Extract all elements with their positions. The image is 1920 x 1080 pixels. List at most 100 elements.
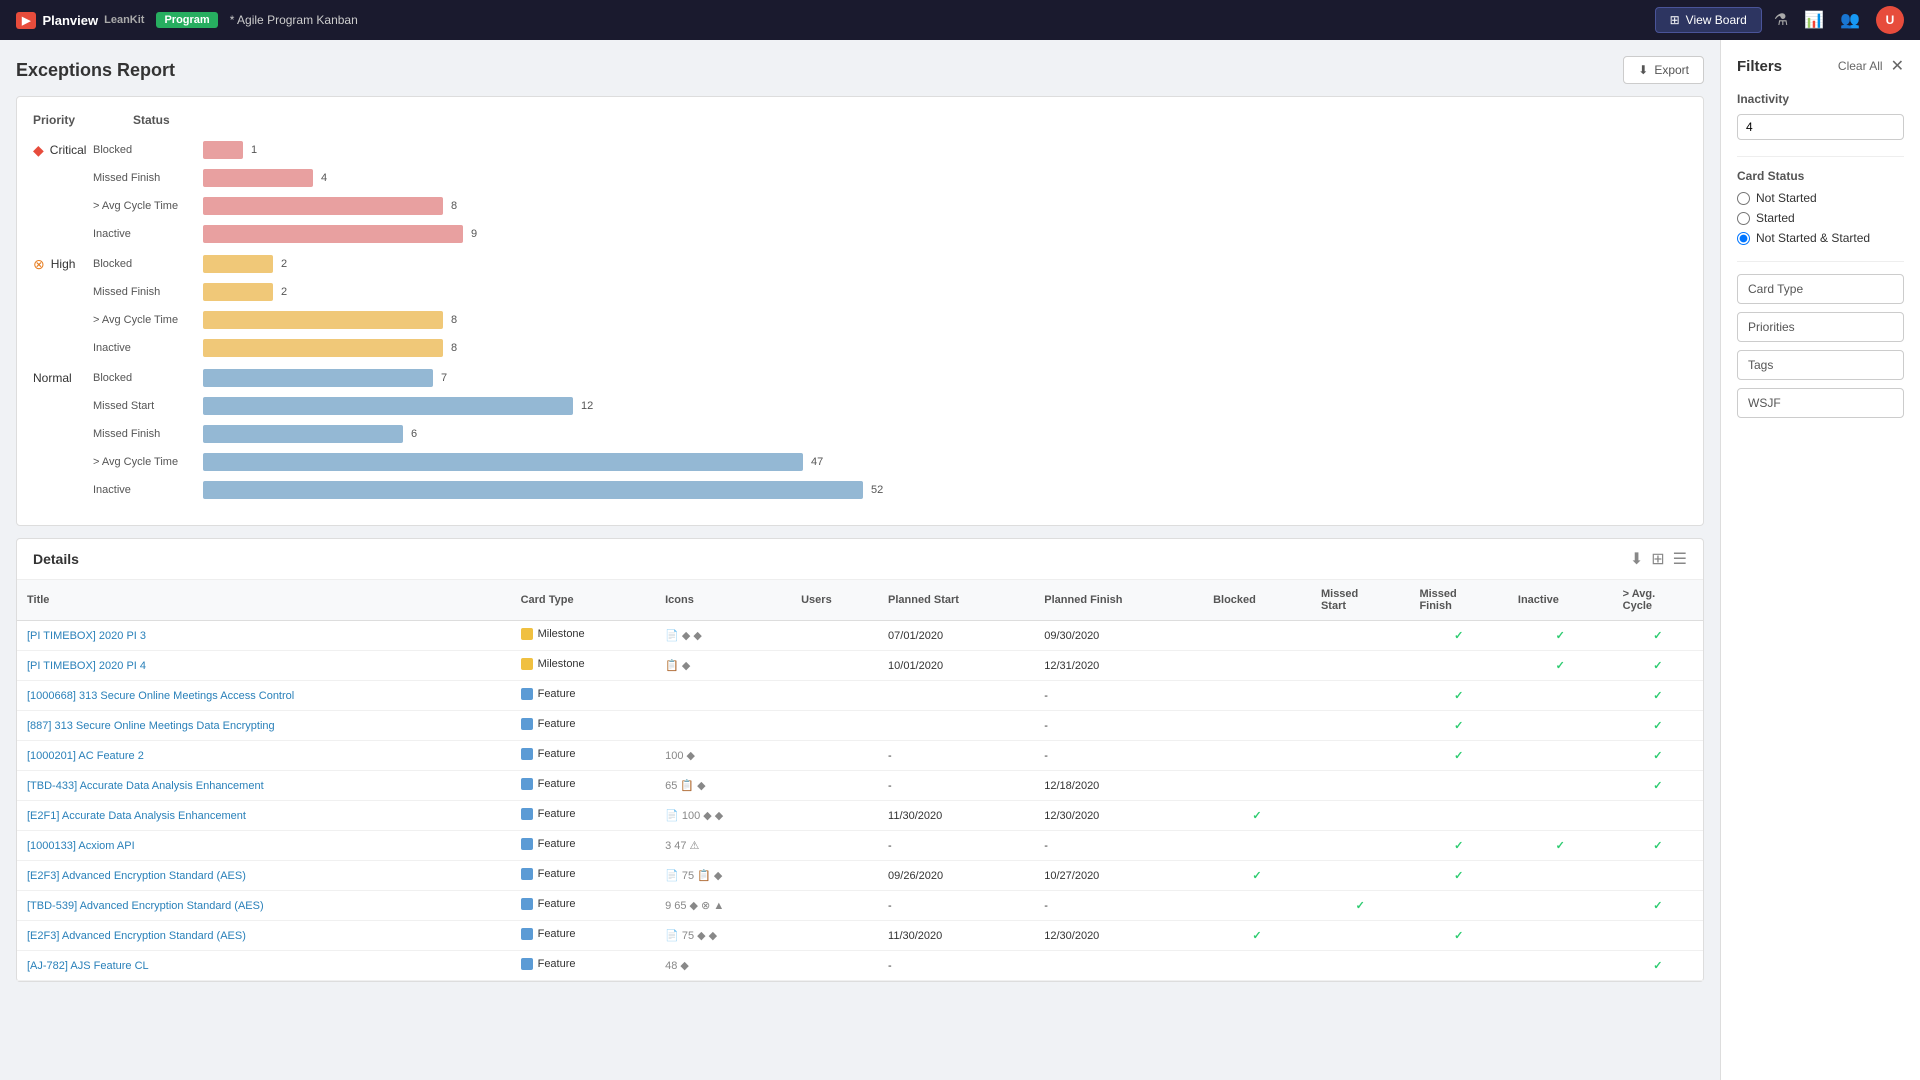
high-priority-group: ⊗ High Blocked 2 Missed Finish 2 — [33, 253, 1687, 359]
cell-planned-start: 10/01/2020 — [878, 651, 1034, 681]
avg-cycle-bar-normal — [203, 453, 803, 471]
table-row: [PI TIMEBOX] 2020 PI 3 Milestone 📄 ◆ ◆ 0… — [17, 621, 1703, 651]
filter-icon[interactable]: ⚗ — [1774, 10, 1788, 30]
cell-title[interactable]: [PI TIMEBOX] 2020 PI 3 — [17, 621, 511, 651]
cell-missed-start — [1311, 861, 1409, 891]
user-avatar[interactable]: U — [1876, 6, 1904, 34]
blocked-label-high: Blocked — [93, 258, 203, 270]
details-table: Title Card Type Icons Users Planned Star… — [17, 580, 1703, 981]
checkmark: ✓ — [1556, 660, 1565, 672]
cell-card-type: Feature — [511, 771, 655, 801]
cell-title[interactable]: [1000133] Acxiom API — [17, 831, 511, 861]
cell-planned-finish: - — [1034, 711, 1203, 741]
checkmark: ✓ — [1454, 840, 1463, 852]
details-table-container: Title Card Type Icons Users Planned Star… — [17, 580, 1703, 981]
cell-missed-start — [1311, 951, 1409, 981]
cell-card-type: Milestone — [511, 651, 655, 681]
cell-icons — [655, 681, 791, 711]
cell-inactive — [1508, 711, 1613, 741]
cell-missed-finish: ✓ — [1409, 711, 1507, 741]
cell-title[interactable]: [TBD-433] Accurate Data Analysis Enhance… — [17, 771, 511, 801]
checkmark: ✓ — [1653, 960, 1662, 972]
cell-missed-finish: ✓ — [1409, 681, 1507, 711]
radio-not-started-input[interactable] — [1737, 192, 1750, 205]
cell-missed-start — [1311, 801, 1409, 831]
cell-missed-start — [1311, 711, 1409, 741]
cell-planned-start: 09/26/2020 — [878, 861, 1034, 891]
app-logo: ▶ Planview LeanKit — [16, 12, 144, 29]
close-filters-button[interactable]: ✕ — [1891, 56, 1904, 76]
cell-missed-finish: ✓ — [1409, 741, 1507, 771]
cell-title[interactable]: [E2F3] Advanced Encryption Standard (AES… — [17, 861, 511, 891]
view-board-button[interactable]: ⊞ View Board — [1655, 7, 1762, 33]
inactive-label-critical: Inactive — [93, 228, 203, 240]
card-status-filter: Card Status Not Started Started Not Star… — [1737, 169, 1904, 245]
radio-started[interactable]: Started — [1737, 211, 1904, 225]
table-row: [TBD-433] Accurate Data Analysis Enhance… — [17, 771, 1703, 801]
radio-started-input[interactable] — [1737, 212, 1750, 225]
list-view-icon[interactable]: ☰ — [1673, 549, 1687, 569]
cell-blocked — [1203, 891, 1311, 921]
cell-icons — [655, 711, 791, 741]
card-type-name: Milestone — [538, 628, 585, 640]
cell-inactive — [1508, 921, 1613, 951]
download-details-icon[interactable]: ⬇ — [1630, 549, 1643, 569]
cell-inactive — [1508, 861, 1613, 891]
inactive-value-normal: 52 — [871, 484, 883, 496]
cell-avg-cycle: ✓ — [1613, 711, 1703, 741]
inactive-label-normal: Inactive — [93, 484, 203, 496]
radio-not-started-and-started-input[interactable] — [1737, 232, 1750, 245]
blocked-bar-high — [203, 255, 273, 273]
normal-text: Normal — [33, 371, 72, 385]
radio-not-started[interactable]: Not Started — [1737, 191, 1904, 205]
cell-inactive — [1508, 741, 1613, 771]
cell-title[interactable]: [887] 313 Secure Online Meetings Data En… — [17, 711, 511, 741]
cell-blocked: ✓ — [1203, 861, 1311, 891]
missed-finish-value-normal: 6 — [411, 428, 417, 440]
top-navigation: ▶ Planview LeanKit Program * Agile Progr… — [0, 0, 1920, 40]
checkmark: ✓ — [1454, 720, 1463, 732]
wsjf-dropdown[interactable]: WSJF — [1737, 388, 1904, 418]
table-row: [E2F1] Accurate Data Analysis Enhancemen… — [17, 801, 1703, 831]
normal-avg-cycle-row: > Avg Cycle Time 47 — [33, 451, 1687, 473]
cell-users — [791, 621, 878, 651]
cell-inactive — [1508, 891, 1613, 921]
inactivity-input[interactable] — [1737, 114, 1904, 140]
card-type-dropdown[interactable]: Card Type — [1737, 274, 1904, 304]
details-title: Details — [33, 551, 79, 567]
card-type-name: Feature — [538, 928, 576, 940]
col-icons: Icons — [655, 580, 791, 621]
cell-title[interactable]: [TBD-539] Advanced Encryption Standard (… — [17, 891, 511, 921]
cell-missed-start — [1311, 831, 1409, 861]
tags-dropdown[interactable]: Tags — [1737, 350, 1904, 380]
clear-all-button[interactable]: Clear All — [1838, 59, 1883, 73]
chart-column-headers: Priority Status — [33, 113, 1687, 127]
inactivity-label: Inactivity — [1737, 92, 1904, 106]
users-icon[interactable]: 👥 — [1840, 10, 1860, 30]
cell-title[interactable]: [E2F3] Advanced Encryption Standard (AES… — [17, 921, 511, 951]
cell-title[interactable]: [1000201] AC Feature 2 — [17, 741, 511, 771]
cell-missed-start — [1311, 681, 1409, 711]
export-button[interactable]: ⬇ Export — [1623, 56, 1704, 84]
radio-not-started-and-started[interactable]: Not Started & Started — [1737, 231, 1904, 245]
avg-cycle-label-high: > Avg Cycle Time — [93, 314, 203, 326]
grid-view-icon[interactable]: ⊞ — [1651, 549, 1664, 569]
cell-planned-start: 11/30/2020 — [878, 921, 1034, 951]
card-type-color-swatch — [521, 898, 533, 910]
cell-missed-finish: ✓ — [1409, 621, 1507, 651]
checkmark: ✓ — [1252, 870, 1261, 882]
cell-title[interactable]: [E2F1] Accurate Data Analysis Enhancemen… — [17, 801, 511, 831]
chart-icon[interactable]: 📊 — [1804, 10, 1824, 30]
missed-start-bar-normal — [203, 397, 573, 415]
cell-title[interactable]: [1000668] 313 Secure Online Meetings Acc… — [17, 681, 511, 711]
normal-label: Normal — [33, 371, 93, 385]
cell-planned-finish: - — [1034, 741, 1203, 771]
cell-planned-finish: - — [1034, 891, 1203, 921]
cell-planned-finish: 09/30/2020 — [1034, 621, 1203, 651]
priorities-dropdown[interactable]: Priorities — [1737, 312, 1904, 342]
cell-title[interactable]: [AJ-782] AJS Feature CL — [17, 951, 511, 981]
cell-card-type: Feature — [511, 921, 655, 951]
cell-planned-start — [878, 681, 1034, 711]
cell-title[interactable]: [PI TIMEBOX] 2020 PI 4 — [17, 651, 511, 681]
cell-card-type: Feature — [511, 801, 655, 831]
